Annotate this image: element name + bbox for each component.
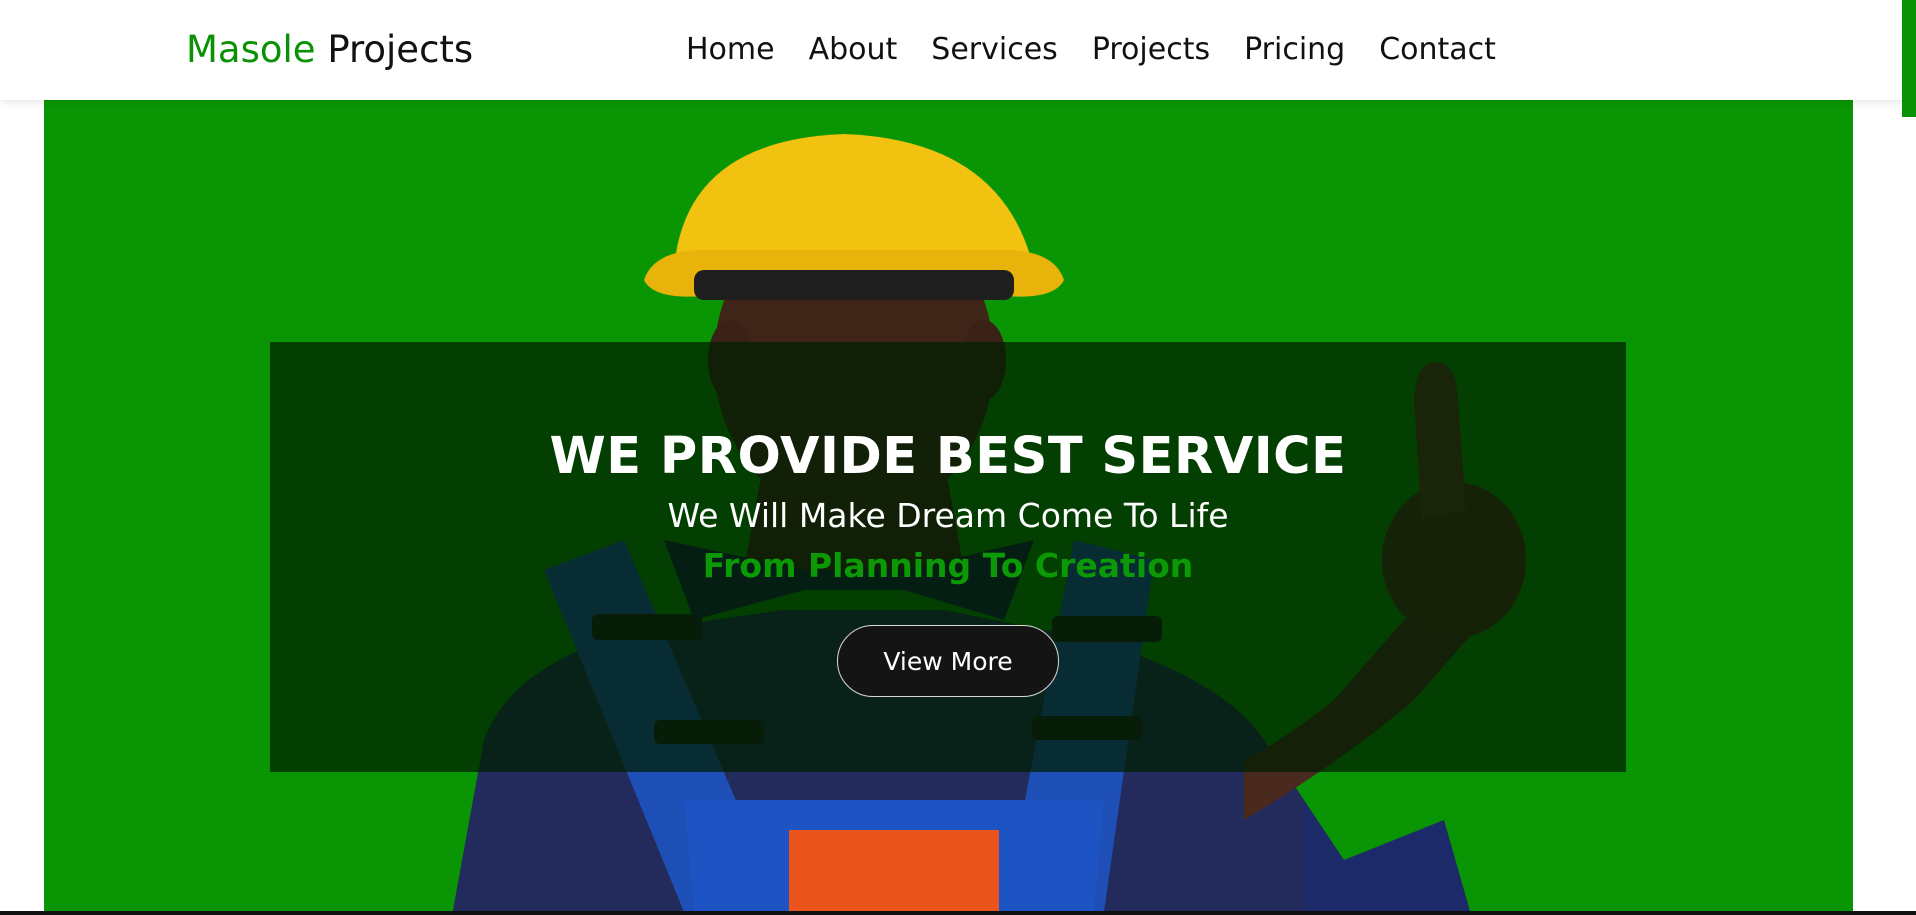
scroll-indicator: [1902, 0, 1916, 117]
brand-rest-text: Projects: [315, 28, 474, 71]
nav-home-link[interactable]: Home: [686, 32, 775, 67]
hero-title: WE PROVIDE BEST SERVICE: [549, 427, 1347, 486]
hero-overlay-panel: WE PROVIDE BEST SERVICE We Will Make Dre…: [270, 342, 1626, 772]
nav-contact-link[interactable]: Contact: [1379, 32, 1496, 67]
hero-tagline: From Planning To Creation: [702, 546, 1194, 585]
nav-pricing-link[interactable]: Pricing: [1244, 32, 1345, 67]
nav-about-link[interactable]: About: [809, 32, 898, 67]
nav-services-link[interactable]: Services: [931, 32, 1058, 67]
nav-projects-link[interactable]: Projects: [1092, 32, 1210, 67]
main-nav: Home About Services Projects Pricing Con…: [686, 30, 1496, 70]
hero-subtitle: We Will Make Dream Come To Life: [667, 496, 1229, 535]
site-header: Masole Projects Home About Services Proj…: [0, 0, 1916, 117]
brand-accent-text: Masole: [186, 28, 316, 71]
bottom-edge-bar: [0, 911, 1916, 915]
hero-section: WE PROVIDE BEST SERVICE We Will Make Dre…: [44, 100, 1853, 912]
brand-logo[interactable]: Masole Projects: [186, 26, 473, 74]
view-more-button[interactable]: View More: [837, 625, 1059, 697]
